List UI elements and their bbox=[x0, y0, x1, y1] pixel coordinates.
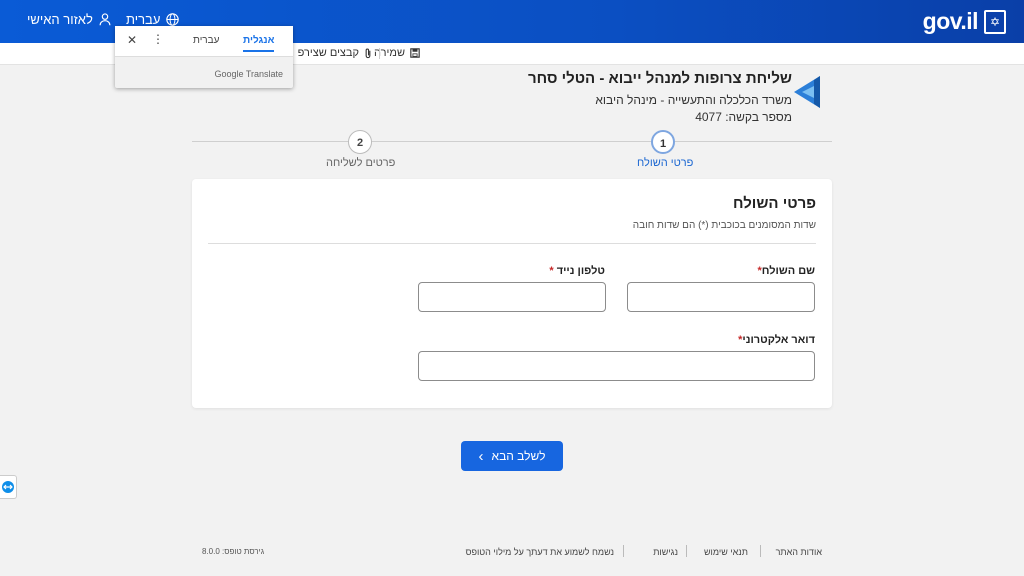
language-button[interactable]: עברית bbox=[126, 12, 180, 27]
card-title: פרטי השולח bbox=[733, 195, 816, 212]
language-label: עברית bbox=[126, 12, 161, 27]
form-version: גירסת טופס: 8.0.0 bbox=[202, 547, 265, 556]
google-translate-brand: Google Translate bbox=[214, 69, 283, 79]
logo-text: gov.il bbox=[922, 8, 979, 34]
toolbar-divider bbox=[379, 48, 380, 59]
save-button[interactable]: שמירה bbox=[374, 47, 420, 59]
translate-tabs-bar: ✕ ⋮ עברית אנגלית bbox=[115, 26, 293, 57]
user-icon bbox=[99, 13, 111, 26]
stepper-line bbox=[192, 141, 832, 142]
sender-name-input[interactable] bbox=[627, 282, 815, 312]
footer-divider bbox=[623, 545, 624, 557]
next-step-label: לשלב הבא bbox=[491, 449, 546, 463]
personal-area-button[interactable]: לאזור האישי bbox=[27, 12, 111, 27]
required-mark: * bbox=[549, 265, 554, 277]
accessibility-widget[interactable] bbox=[0, 475, 17, 499]
more-options-icon[interactable]: ⋮ bbox=[152, 32, 164, 46]
close-icon[interactable]: ✕ bbox=[127, 33, 137, 47]
required-fields-note: שדות המסומנים בכוכבית (*) הם שדות חובה bbox=[632, 220, 816, 231]
attached-files-label: קבצים שצירפ bbox=[297, 47, 359, 59]
email-label-text: דואר אלקטרוני bbox=[742, 334, 815, 346]
personal-area-label: לאזור האישי bbox=[27, 12, 93, 27]
next-step-button[interactable]: לשלב הבא › bbox=[461, 441, 563, 471]
ministry-name: משרד הכלכלה והתעשייה - מינהל היבוא bbox=[595, 93, 792, 107]
sender-details-card: פרטי השולח שדות המסומנים בכוכבית (*) הם … bbox=[192, 179, 832, 408]
mobile-phone-input[interactable] bbox=[418, 282, 606, 312]
card-divider bbox=[208, 243, 816, 244]
form-header: שליחת צרופות למנהל ייבוא - הטלי סחר משרד… bbox=[528, 70, 792, 124]
chevron-left-icon: › bbox=[478, 447, 484, 465]
step-2-label: פרטים לשליחה bbox=[326, 157, 396, 169]
footer-link-feedback[interactable]: נשמח לשמוע את דעתך על מילוי הטופס bbox=[466, 547, 614, 557]
mobile-phone-label: טלפון נייד * bbox=[549, 265, 605, 277]
footer-divider bbox=[686, 545, 687, 557]
globe-icon bbox=[166, 13, 180, 26]
teamviewer-icon bbox=[2, 481, 14, 493]
footer-link-about[interactable]: אודות האתר bbox=[776, 547, 822, 557]
email-label: דואר אלקטרוני* bbox=[738, 334, 815, 346]
step-1-indicator: 1 bbox=[651, 130, 675, 154]
google-translate-popup: ✕ ⋮ עברית אנגלית Google Translate bbox=[115, 26, 293, 88]
gov-il-logo[interactable]: gov.il ✡ bbox=[923, 8, 1006, 35]
import-administration-logo-icon bbox=[794, 76, 820, 108]
save-icon bbox=[410, 48, 420, 58]
form-title: שליחת צרופות למנהל ייבוא - הטלי סחר bbox=[527, 70, 792, 87]
step-1-label: פרטי השולח bbox=[637, 157, 694, 169]
step-2-indicator: 2 bbox=[348, 130, 372, 154]
email-input[interactable] bbox=[418, 351, 815, 381]
footer-link-terms[interactable]: תנאי שימוש bbox=[704, 547, 748, 557]
sender-name-label: שם השולח* bbox=[758, 265, 816, 277]
mobile-phone-label-text: טלפון נייד bbox=[556, 265, 605, 277]
sender-name-label-text: שם השולח bbox=[761, 265, 815, 277]
attached-files-button[interactable]: קבצים שצירפ bbox=[298, 47, 372, 59]
paperclip-icon bbox=[365, 48, 371, 58]
state-emblem-icon: ✡ bbox=[984, 9, 1006, 34]
footer-link-accessibility[interactable]: נגישות bbox=[653, 547, 678, 557]
tab-english[interactable]: אנגלית bbox=[243, 35, 275, 52]
request-number: מספר בקשה: 4077 bbox=[695, 110, 792, 124]
tab-hebrew[interactable]: עברית bbox=[193, 35, 219, 46]
footer-divider bbox=[760, 545, 761, 557]
